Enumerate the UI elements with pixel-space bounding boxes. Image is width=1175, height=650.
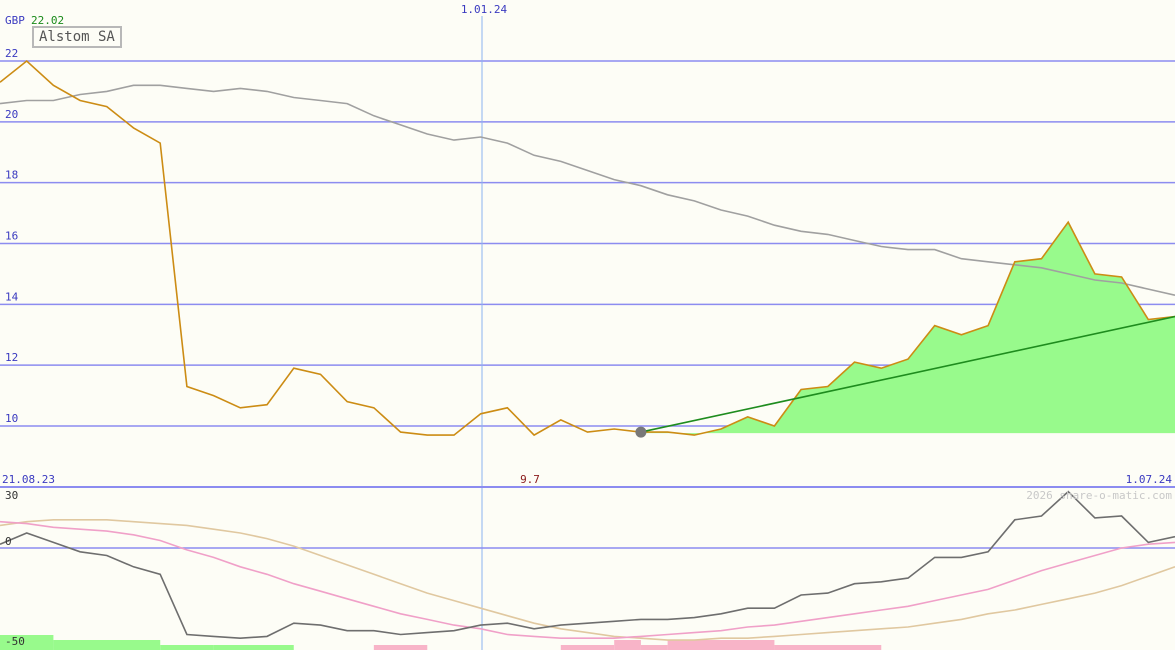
date-label-end: 1.07.24 [1126,473,1173,486]
date-label-middle: 1.01.24 [461,3,508,16]
histogram-bar [53,640,161,650]
date-label-start: 21.08.23 [2,473,55,486]
y-tick-label: 10 [5,412,18,425]
series-line [0,84,1175,296]
y-tick-label: 14 [5,290,19,303]
oscillator-histogram [0,635,882,650]
trend-area-fill [640,222,1175,436]
histogram-bar [160,645,214,650]
stock-chart: 10121416182022 21.08.23 1.01.24 1.07.24 … [0,3,1175,650]
histogram-bar [373,645,428,650]
histogram-bar [640,645,668,650]
trend-start-marker [635,426,647,438]
oscillator-y-ticks: 30 0 -50 [5,489,25,648]
y-tick-label: 18 [5,169,18,182]
low-value-label: 9.7 [520,473,540,486]
histogram-bar [560,645,615,650]
y-tick-label: 16 [5,230,18,243]
histogram-bar [667,640,775,650]
y-tick-label: 22 [5,47,18,60]
y-tick-label: 0 [5,535,12,548]
oscillator-series [0,490,1175,641]
series-line [0,490,1175,640]
currency-label: GBP [5,14,25,27]
main-panel-y-ticks: 10 12 14 16 18 20 22 [5,47,19,425]
histogram-bar [774,645,882,650]
y-tick-label: 30 [5,489,18,502]
chart-title: Alstom SA [32,26,122,48]
copyright-text: 2026 share-o-matic.com [1026,489,1172,502]
y-tick-label: 20 [5,108,18,121]
histogram-bar [614,640,641,650]
y-tick-label: 12 [5,351,18,364]
y-tick-label: -50 [5,635,25,648]
histogram-bar [213,645,294,650]
